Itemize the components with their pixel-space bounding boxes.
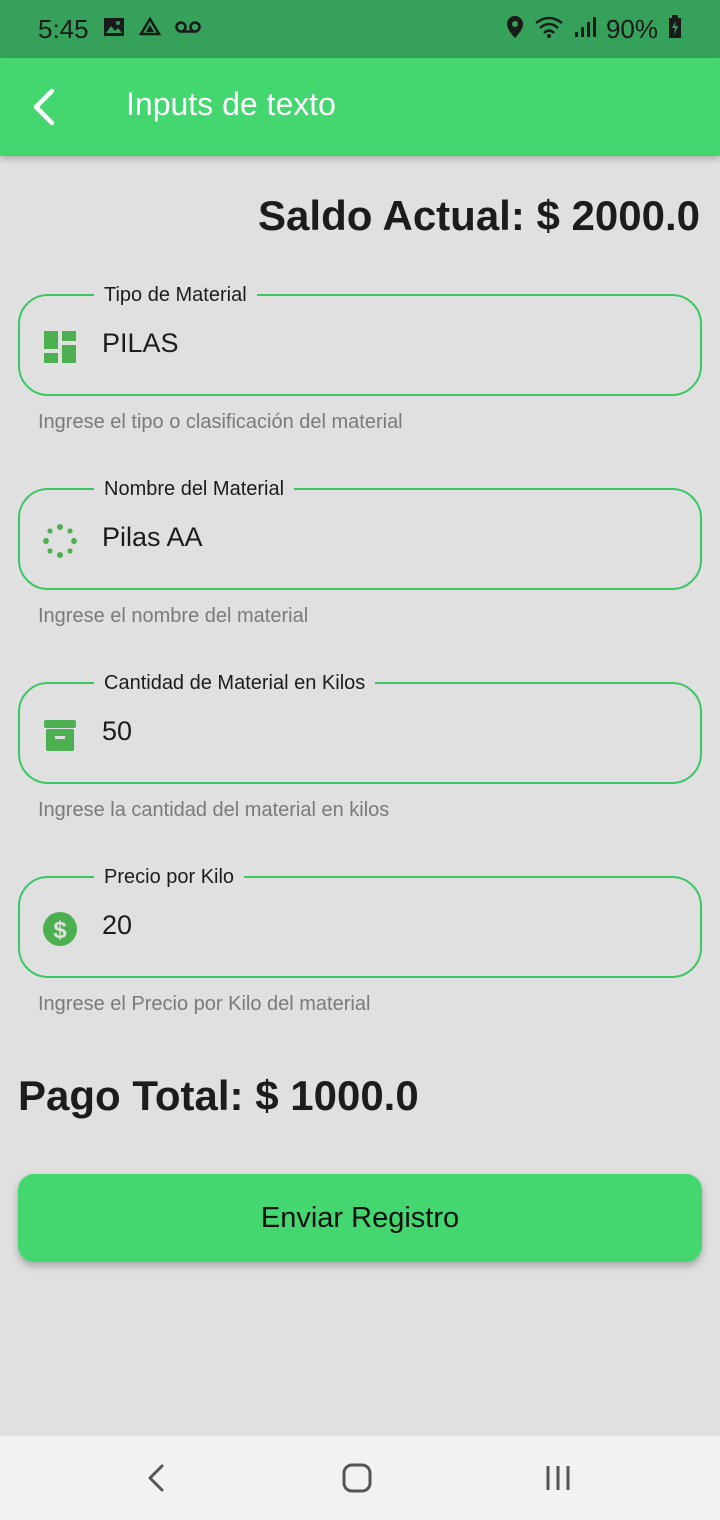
- price-per-kilo-label: Precio por Kilo: [94, 864, 245, 890]
- dollar-circle-icon: $: [42, 911, 78, 947]
- material-quantity-label: Cantidad de Material en Kilos: [94, 670, 376, 696]
- material-quantity-helper: Ingrese la cantidad del material en kilo…: [38, 799, 390, 821]
- status-bar: 5:45 90%: [0, 0, 720, 58]
- page-title: Inputs de texto: [126, 86, 336, 122]
- back-button[interactable]: [20, 82, 68, 132]
- status-time: 5:45: [38, 13, 89, 44]
- archive-box-icon: [42, 717, 78, 753]
- location-icon: [506, 15, 524, 44]
- material-quantity-input[interactable]: [102, 716, 662, 747]
- price-per-kilo-helper: Ingrese el Precio por Kilo del material: [38, 993, 371, 1015]
- battery-percent: 90%: [605, 13, 658, 44]
- material-name-field[interactable]: Nombre del Material: [18, 476, 702, 590]
- material-name-helper: Ingrese el nombre del material: [38, 605, 309, 627]
- voicemail-icon: [174, 19, 201, 40]
- material-type-helper: Ingrese el tipo o clasificación del mate…: [38, 411, 403, 433]
- nav-back-icon: [148, 1464, 164, 1492]
- system-nav-bar: [0, 1436, 720, 1520]
- signal-icon: [574, 15, 596, 44]
- svg-text:$: $: [53, 917, 67, 944]
- material-type-field[interactable]: Tipo de Material: [18, 282, 702, 396]
- back-arrow-icon: [33, 88, 55, 126]
- nav-back-button[interactable]: [126, 1454, 186, 1502]
- drive-icon: [138, 16, 161, 42]
- nav-recents-icon: [546, 1466, 570, 1490]
- price-per-kilo-field[interactable]: Precio por Kilo $: [18, 864, 702, 978]
- dashboard-icon: [42, 329, 78, 365]
- current-balance: Saldo Actual: $ 2000.0: [258, 192, 700, 239]
- nav-home-button[interactable]: [327, 1454, 387, 1502]
- material-quantity-field[interactable]: Cantidad de Material en Kilos: [18, 670, 702, 784]
- material-type-input[interactable]: [102, 328, 662, 359]
- material-type-label: Tipo de Material: [94, 282, 257, 308]
- total-payment: Pago Total: $ 1000.0: [18, 1072, 419, 1119]
- submit-button[interactable]: Enviar Registro: [18, 1174, 702, 1262]
- wifi-icon: [534, 15, 564, 44]
- app-bar: Inputs de texto: [0, 58, 720, 156]
- material-name-label: Nombre del Material: [94, 476, 295, 502]
- battery-charging-icon: [668, 14, 682, 44]
- material-name-input[interactable]: [102, 522, 662, 553]
- gallery-icon: [103, 17, 125, 42]
- nav-home-icon: [342, 1463, 372, 1493]
- nav-recents-button[interactable]: [528, 1454, 588, 1502]
- loading-dots-icon: [42, 523, 78, 559]
- price-per-kilo-input[interactable]: [102, 910, 662, 941]
